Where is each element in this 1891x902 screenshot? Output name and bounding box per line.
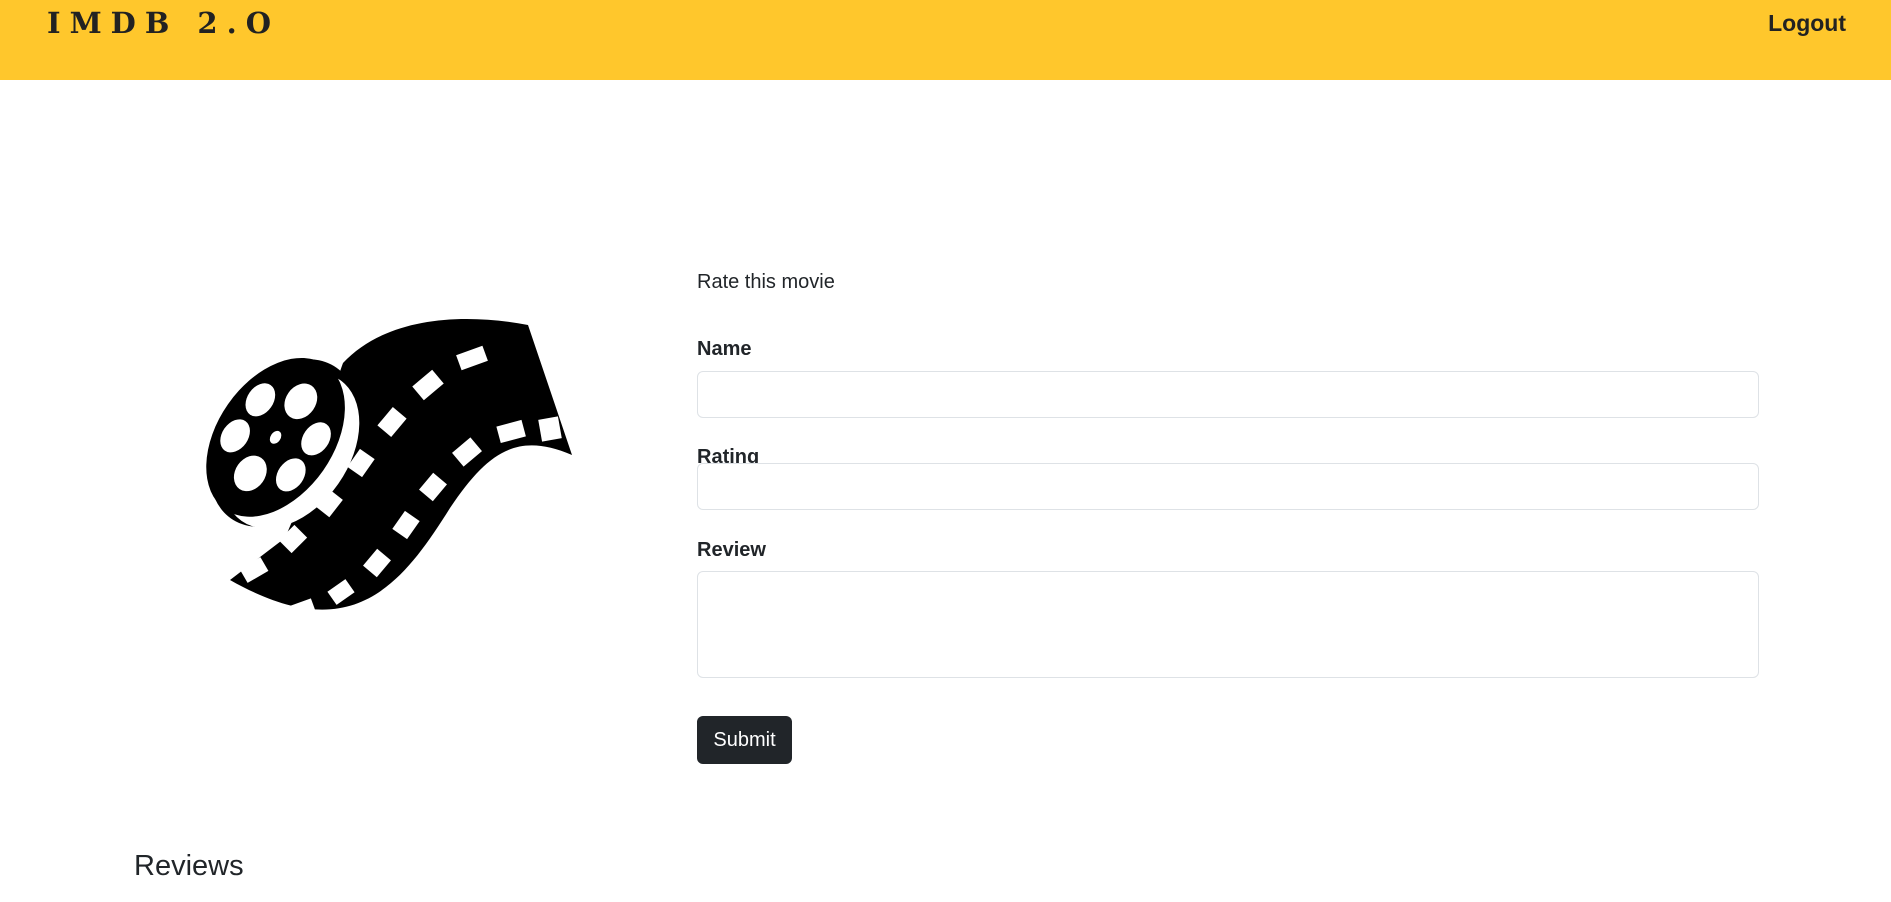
form-heading: Rate this movie [697, 271, 835, 293]
review-label: Review [697, 539, 766, 561]
name-label: Name [697, 338, 752, 360]
rating-input[interactable] [697, 463, 1759, 510]
film-reel-icon [190, 318, 580, 628]
brand-logo[interactable]: IMDB 2.O [47, 5, 280, 41]
top-navbar: IMDB 2.O Logout [0, 0, 1891, 80]
name-input[interactable] [697, 371, 1759, 418]
logout-link[interactable]: Logout [1768, 8, 1846, 38]
reviews-heading: Reviews [134, 850, 244, 882]
submit-button[interactable]: Submit [697, 716, 792, 764]
review-textarea[interactable] [697, 571, 1759, 678]
